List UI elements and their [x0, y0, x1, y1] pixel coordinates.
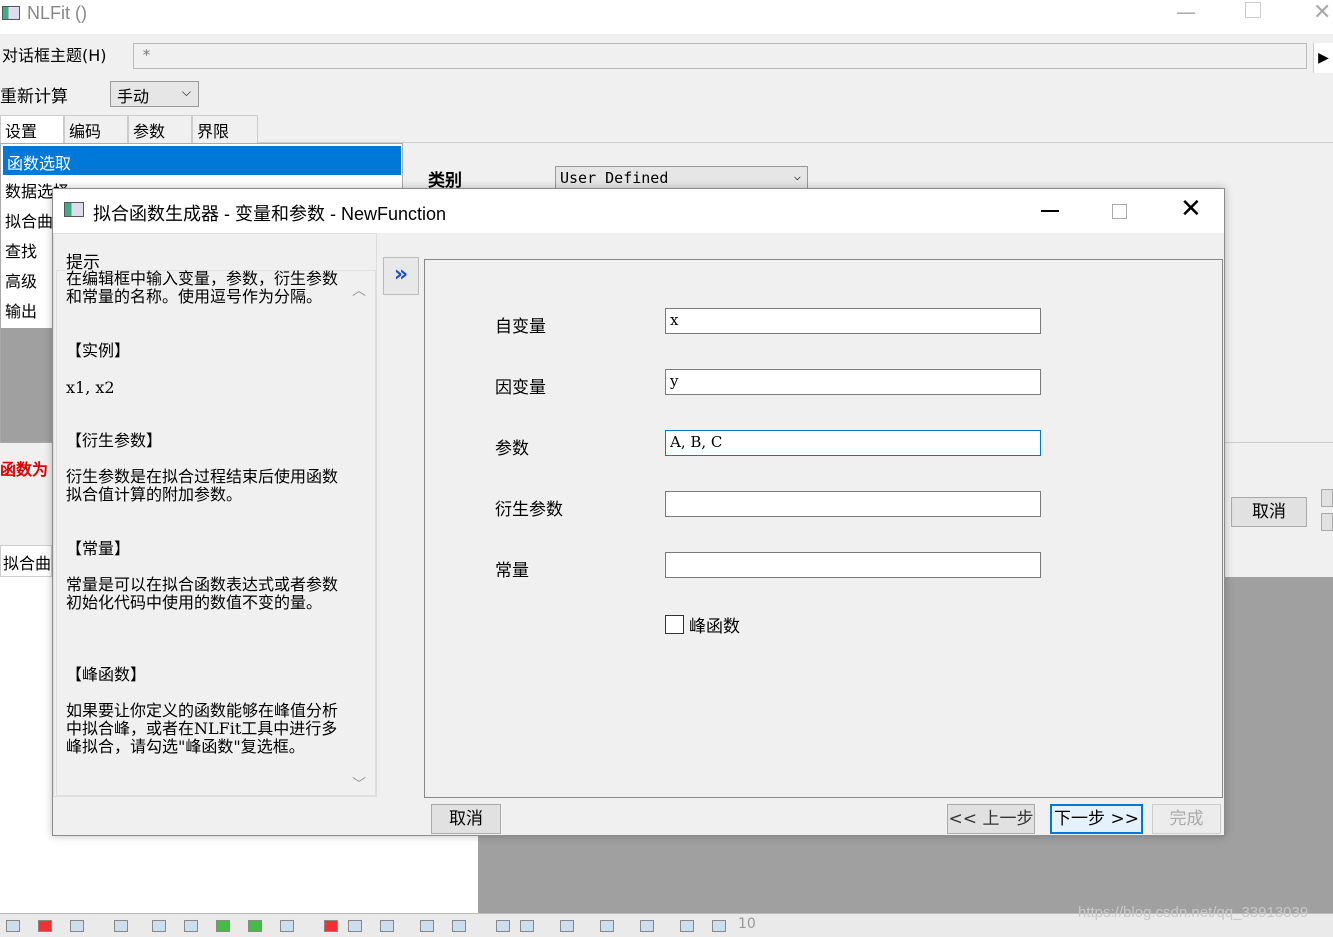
tab-params[interactable]: 参数: [128, 115, 192, 143]
hint-const-heading: 【常量】: [66, 539, 131, 558]
tab-strip: 设置 编码 参数 界限: [0, 115, 1333, 144]
category-value: User Defined: [560, 169, 669, 187]
theme-input[interactable]: *: [133, 43, 1307, 69]
fit-curve-tab[interactable]: 拟合曲: [0, 545, 52, 577]
scroll-down-icon[interactable]: ﹀: [352, 774, 366, 794]
toolbar-icon[interactable]: [496, 920, 510, 932]
theme-arrow-icon[interactable]: ▶: [1313, 43, 1333, 73]
category-select[interactable]: User Defined ⌵: [555, 166, 808, 190]
toolbar-icon[interactable]: [712, 920, 726, 932]
nlfit-cancel-button[interactable]: 取消: [1231, 497, 1307, 527]
independent-var-input[interactable]: x: [665, 308, 1041, 334]
minimize-icon[interactable]: —: [1176, 0, 1196, 24]
toolbar-icon[interactable]: [152, 920, 166, 932]
dependent-var-label: 因变量: [495, 378, 546, 398]
toolbar-icon[interactable]: [216, 920, 230, 932]
expand-hint-button[interactable]: »: [383, 257, 419, 295]
hint-panel: 提示 在编辑框中输入变量，参数，衍生参数和常量的名称。使用逗号作为分隔。 【实例…: [53, 233, 377, 797]
toolbar-icon[interactable]: [248, 920, 262, 932]
scroll-up-icon[interactable]: ︿: [352, 280, 366, 300]
cancel-button[interactable]: 取消: [431, 804, 501, 834]
toolbar-icon[interactable]: [324, 920, 338, 932]
hint-derived-heading: 【衍生参数】: [66, 431, 163, 450]
hint-example-heading: 【实例】: [66, 341, 131, 360]
side-arrow-down-button[interactable]: [1321, 513, 1333, 531]
params-input[interactable]: A, B, C: [665, 430, 1041, 456]
toolbar-icon[interactable]: [452, 920, 466, 932]
minimize-icon[interactable]: [1041, 210, 1059, 212]
dependent-var-input[interactable]: y: [665, 369, 1041, 395]
toolbar-icon[interactable]: [420, 920, 434, 932]
hint-intro: 在编辑框中输入变量，参数，衍生参数和常量的名称。使用逗号作为分隔。: [66, 269, 339, 306]
dialog-titlebar: 拟合函数生成器 - 变量和参数 - NewFunction ✕: [53, 189, 1224, 233]
hint-peak-text: 如果要让你定义的函数能够在峰值分析中拟合峰，或者在NLFit工具中进行多峰拟合，…: [66, 701, 339, 756]
close-icon[interactable]: ✕: [1180, 194, 1202, 224]
dialog-title: 拟合函数生成器 - 变量和参数 - NewFunction: [93, 204, 447, 224]
app-icon: [2, 6, 20, 20]
toolbar-icon[interactable]: [70, 920, 84, 932]
derived-params-label: 衍生参数: [495, 500, 563, 520]
recalc-label: 重新计算: [0, 87, 68, 107]
peak-function-label[interactable]: 峰函数: [689, 612, 740, 637]
toolbar-icon[interactable]: [640, 920, 654, 932]
variables-form: 自变量 x 因变量 y 参数 A, B, C 衍生参数 常量 峰函数: [424, 259, 1223, 798]
tab-settings[interactable]: 设置: [0, 115, 64, 144]
toolbar-icon[interactable]: [38, 920, 52, 932]
list-item-fit-curve[interactable]: 拟合曲: [5, 208, 53, 232]
toolbar-icon[interactable]: [520, 920, 534, 932]
constants-label: 常量: [495, 561, 529, 581]
hint-peak-heading: 【峰函数】: [66, 665, 147, 684]
nlfit-titlebar: NLFit () — ✕: [0, 0, 1333, 34]
recalc-value: 手动: [117, 87, 150, 106]
font-size-field[interactable]: 10: [738, 916, 756, 932]
function-warning-text: 函数为: [0, 460, 49, 479]
tab-code[interactable]: 编码: [64, 115, 128, 143]
params-label: 参数: [495, 439, 529, 459]
close-icon[interactable]: ✕: [1313, 0, 1331, 25]
next-step-button[interactable]: 下一步 >>: [1050, 804, 1143, 834]
app-icon: [64, 202, 84, 217]
prev-step-button[interactable]: << 上一步: [947, 804, 1035, 834]
function-builder-dialog: 拟合函数生成器 - 变量和参数 - NewFunction ✕ 提示 在编辑框中…: [52, 188, 1225, 836]
toolbar-icon[interactable]: [560, 920, 574, 932]
toolbar-icon[interactable]: [680, 920, 694, 932]
side-arrow-up-button[interactable]: [1321, 489, 1333, 507]
toolbar-icon[interactable]: [348, 920, 362, 932]
derived-params-input[interactable]: [665, 491, 1041, 517]
theme-label: 对话框主题(H): [2, 46, 107, 65]
constants-input[interactable]: [665, 552, 1041, 578]
chevron-down-icon: ⌵: [181, 85, 191, 99]
list-item-function-select[interactable]: 函数选取: [2, 145, 402, 176]
toolbar-icon[interactable]: [184, 920, 198, 932]
list-item-output[interactable]: 输出: [5, 298, 37, 322]
chevron-down-icon: ⌵: [793, 169, 801, 183]
list-item-advanced[interactable]: 高级: [5, 268, 37, 292]
peak-function-checkbox[interactable]: [665, 615, 684, 634]
recalc-select[interactable]: 手动 ⌵: [110, 81, 199, 107]
toolbar-icon[interactable]: [380, 920, 394, 932]
toolbar-icon[interactable]: [280, 920, 294, 932]
finish-button[interactable]: 完成: [1152, 804, 1221, 834]
maximize-icon[interactable]: [1245, 2, 1261, 18]
toolbar-icon[interactable]: [600, 920, 614, 932]
independent-var-label: 自变量: [495, 317, 546, 337]
toolbar-icon[interactable]: [114, 920, 128, 932]
hint-const-text: 常量是可以在拟合函数表达式或者参数初始化代码中使用的数值不变的量。: [66, 575, 339, 612]
list-item-find[interactable]: 查找: [5, 238, 37, 262]
hint-derived-text: 衍生参数是在拟合过程结束后使用函数拟合值计算的附加参数。: [66, 467, 339, 504]
toolbar-icon[interactable]: [6, 920, 20, 932]
window-title: NLFit (): [27, 3, 87, 23]
hint-example-text: x1, x2: [66, 378, 115, 397]
watermark: https://blog.csdn.net/qq_33913039: [1078, 904, 1309, 921]
maximize-icon[interactable]: [1112, 204, 1127, 219]
tab-bounds[interactable]: 界限: [192, 115, 258, 143]
